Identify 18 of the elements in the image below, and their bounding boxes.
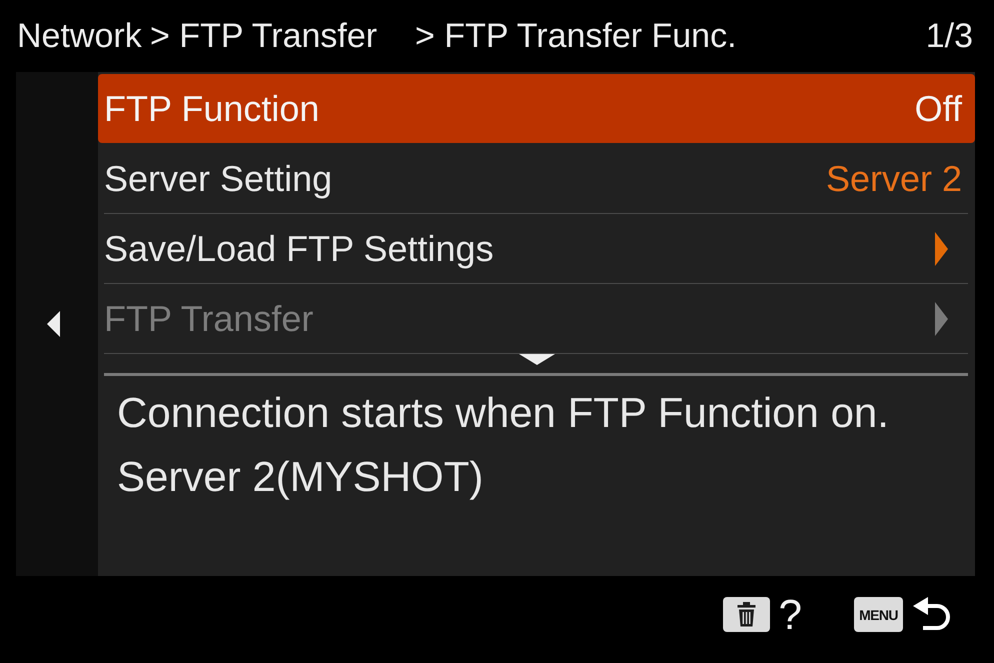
page-indicator: 1/3 — [926, 16, 973, 56]
description-text: Server 2(MYSHOT) — [117, 452, 484, 502]
left-caret-icon — [46, 311, 60, 337]
description-text: Connection starts when FTP Function on. — [117, 388, 889, 438]
breadcrumb-text: > FTP Transfer Func. — [415, 16, 738, 56]
menu-item[interactable]: FTP Function Off — [98, 74, 975, 143]
return-arrow-icon — [913, 597, 950, 632]
breadcrumb-text: Network — [17, 16, 143, 56]
menu-item[interactable]: Server Setting Server 2 — [98, 144, 975, 213]
right-caret-icon — [935, 232, 948, 266]
trash-key-icon — [722, 597, 770, 632]
help-label: ? — [778, 592, 802, 636]
menu-item[interactable]: Save/Load FTP Settings — [98, 214, 975, 283]
setting-value: Server 2 — [826, 158, 962, 200]
menu-key: MENU — [854, 597, 903, 632]
right-caret-icon — [935, 302, 948, 336]
setting-value: Off — [914, 88, 962, 130]
breadcrumb-text: > FTP Transfer — [150, 16, 378, 56]
